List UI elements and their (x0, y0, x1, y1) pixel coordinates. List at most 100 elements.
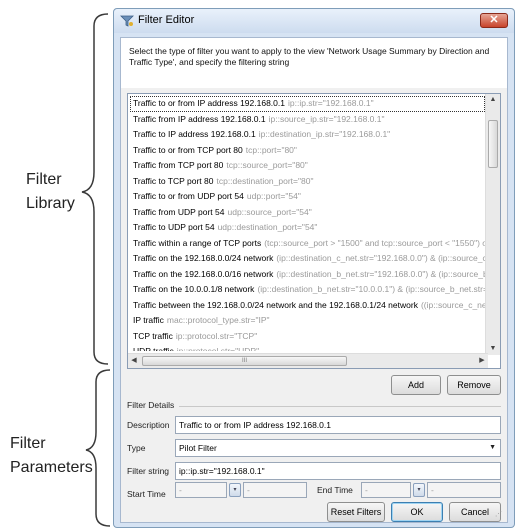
filter-item-label: Traffic within a range of TCP ports (133, 237, 262, 248)
add-button[interactable]: Add (391, 375, 441, 395)
filter-item-label: Traffic to or from TCP port 80 (133, 144, 243, 155)
filter-item-label: Traffic on the 10.0.0.1/8 network (133, 284, 255, 294)
filter-list-item[interactable]: Traffic from TCP port 80 tcp::source_port… (130, 158, 485, 174)
filter-item-expression: (ip::destination_c_net.str="192.168.0.0"… (276, 253, 485, 263)
filter-item-expression: udp::port="54" (246, 191, 301, 201)
chevron-down-icon: ▼ (489, 444, 496, 451)
filter-library-list[interactable]: Traffic to or from IP address 192.168.0.… (127, 93, 501, 369)
filter-item-expression: (tcp::source_port > "1500" and tcp::sour… (264, 237, 485, 248)
filter-item-label: Traffic to TCP port 80 (133, 175, 214, 186)
filter-list-item[interactable]: Traffic from UDP port 54 udp::source_port… (130, 205, 485, 221)
filter-item-label: Traffic to UDP port 54 (133, 222, 215, 232)
cancel-button[interactable]: Cancel (449, 502, 501, 522)
filter-item-expression: udp::destination_port="54" (217, 222, 318, 232)
resize-grip-icon[interactable]: ⋰ (495, 510, 503, 518)
filter-list-item[interactable]: UDP traffic ip::protocol.str="UDP" (130, 344, 485, 351)
filter-parameters-label-line1: Filter (10, 435, 46, 452)
filter-item-expression: (ip::destination_b_net.str="10.0.0.1") &… (257, 284, 485, 294)
filter-list-item[interactable]: Traffic to or from TCP port 80 tcp::port=… (130, 143, 485, 159)
scroll-left-icon[interactable]: ◀ (128, 354, 140, 368)
filter-item-expression: ip::protocol.str="UDP" (176, 346, 260, 351)
description-field[interactable]: Traffic to or from IP address 192.168.0.… (175, 416, 501, 434)
end-time-field[interactable]: - (427, 482, 501, 498)
filter-item-label: Traffic from UDP port 54 (133, 206, 225, 217)
filter-list-item[interactable]: TCP traffic ip::protocol.str="TCP" (130, 329, 485, 345)
filter-item-label: Traffic from TCP port 80 (133, 160, 224, 170)
filter-details-legend: Filter Details (127, 400, 175, 410)
filter-item-label: Traffic to or from IP address 192.168.0.… (133, 98, 285, 108)
filter-item-label: TCP traffic (133, 330, 173, 341)
horizontal-scrollbar[interactable]: ◀ III ▶ (128, 353, 488, 368)
filter-item-label: Traffic from IP address 192.168.0.1 (133, 113, 266, 124)
filter-editor-window: Filter Editor ✕ Select the type of filte… (113, 8, 515, 528)
filter-item-expression: ip::protocol.str="TCP" (175, 330, 258, 341)
filter-details-group: Filter Details Description Traffic to or… (127, 400, 501, 499)
vertical-scroll-thumb[interactable] (488, 120, 498, 168)
filter-list-item[interactable]: Traffic to or from IP address 192.168.0.… (130, 96, 485, 112)
filter-item-expression: tcp::source_port="80" (226, 160, 308, 170)
reset-filters-button[interactable]: Reset Filters (327, 502, 385, 522)
type-label: Type (127, 443, 146, 453)
title-bar[interactable]: Filter Editor ✕ (114, 9, 514, 33)
filter-list-item[interactable]: Traffic on the 192.168.0.0/24 network (ip… (130, 251, 485, 267)
filter-item-label: IP traffic (133, 315, 164, 325)
filter-item-label: Traffic on the 192.168.0.0/24 network (133, 253, 274, 263)
type-selected-value: Pilot Filter (179, 443, 217, 453)
filter-item-label: Traffic on the 192.168.0.0/16 network (133, 268, 274, 279)
filter-list-item[interactable]: Traffic from IP address 192.168.0.1 ip::s… (130, 112, 485, 128)
type-dropdown[interactable]: Pilot Filter ▼ (175, 439, 501, 457)
description-label: Description (127, 420, 170, 430)
filter-item-label: UDP traffic (133, 346, 174, 351)
filter-list-item[interactable]: Traffic on the 192.168.0.0/16 network (ip… (130, 267, 485, 283)
horizontal-scroll-thumb[interactable]: III (142, 356, 347, 366)
filter-item-expression: (ip::destination_b_net.str="192.168.0.0"… (276, 268, 485, 279)
instructions-text: Select the type of filter you want to ap… (121, 38, 507, 88)
filter-library-label: Filter Library (26, 168, 75, 216)
filter-library-bracket (81, 13, 109, 365)
window-title: Filter Editor (138, 14, 195, 26)
filter-item-expression: ip::source_ip.str="192.168.0.1" (268, 113, 385, 124)
filter-list-item[interactable]: Traffic to UDP port 54 udp::destination_p… (130, 220, 485, 236)
filter-list-item[interactable]: Traffic on the 10.0.0.1/8 network (ip::de… (130, 282, 485, 298)
filter-item-expression: mac::protocol_type.str="IP" (166, 315, 270, 325)
filter-item-expression: udp::source_port="54" (227, 206, 312, 217)
scroll-up-icon[interactable]: ▲ (486, 94, 500, 106)
filter-list-item[interactable]: Traffic to IP address 192.168.0.1 ip::des… (130, 127, 485, 143)
start-date-field[interactable]: - (175, 482, 227, 498)
filter-item-expression: ((ip::source_c_net (420, 299, 485, 310)
filter-string-field[interactable]: ip::ip.str="192.168.0.1" (175, 462, 501, 480)
start-time-label: Start Time (127, 489, 166, 499)
filter-parameters-label: Filter Parameters (10, 432, 93, 480)
end-date-picker-icon[interactable]: ▾ (413, 483, 425, 497)
filter-list-items: Traffic to or from IP address 192.168.0.… (130, 96, 485, 351)
filter-library-label-line2: Library (26, 195, 75, 212)
filter-list-item[interactable]: Traffic to or from UDP port 54 udp::port=… (130, 189, 485, 205)
filter-list-item[interactable]: Traffic within a range of TCP ports (tcp:… (130, 236, 485, 252)
end-date-field[interactable]: - (361, 482, 411, 498)
filter-item-label: Traffic to IP address 192.168.0.1 (133, 129, 256, 139)
filter-parameters-label-line2: Parameters (10, 459, 93, 476)
details-divider (179, 406, 501, 407)
filter-icon (120, 15, 134, 27)
end-time-label: End Time (317, 485, 353, 495)
filter-item-expression: ip::ip.str="192.168.0.1" (287, 98, 374, 108)
filter-list-item[interactable]: IP traffic mac::protocol_type.str="IP" (130, 313, 485, 329)
filter-item-expression: tcp::port="80" (245, 144, 297, 155)
vertical-scrollbar[interactable]: ▲ ▼ (485, 94, 500, 355)
filter-item-label: Traffic to or from UDP port 54 (133, 191, 244, 201)
close-button[interactable]: ✕ (480, 13, 508, 28)
filter-library-label-line1: Filter (26, 171, 62, 188)
ok-button[interactable]: OK (391, 502, 443, 522)
dialog-body: Select the type of filter you want to ap… (120, 37, 508, 523)
start-time-field[interactable]: - (243, 482, 307, 498)
scroll-right-icon[interactable]: ▶ (476, 354, 488, 368)
filter-item-expression: tcp::destination_port="80" (216, 175, 314, 186)
filter-item-expression: ip::destination_ip.str="192.168.0.1" (258, 129, 391, 139)
remove-button[interactable]: Remove (447, 375, 501, 395)
start-date-picker-icon[interactable]: ▾ (229, 483, 241, 497)
scroll-down-icon[interactable]: ▼ (486, 343, 500, 355)
filter-parameters-bracket (85, 369, 111, 527)
filter-string-label: Filter string (127, 466, 170, 476)
filter-list-item[interactable]: Traffic to TCP port 80 tcp::destination_p… (130, 174, 485, 190)
filter-list-item[interactable]: Traffic between the 192.168.0.0/24 netwo… (130, 298, 485, 314)
